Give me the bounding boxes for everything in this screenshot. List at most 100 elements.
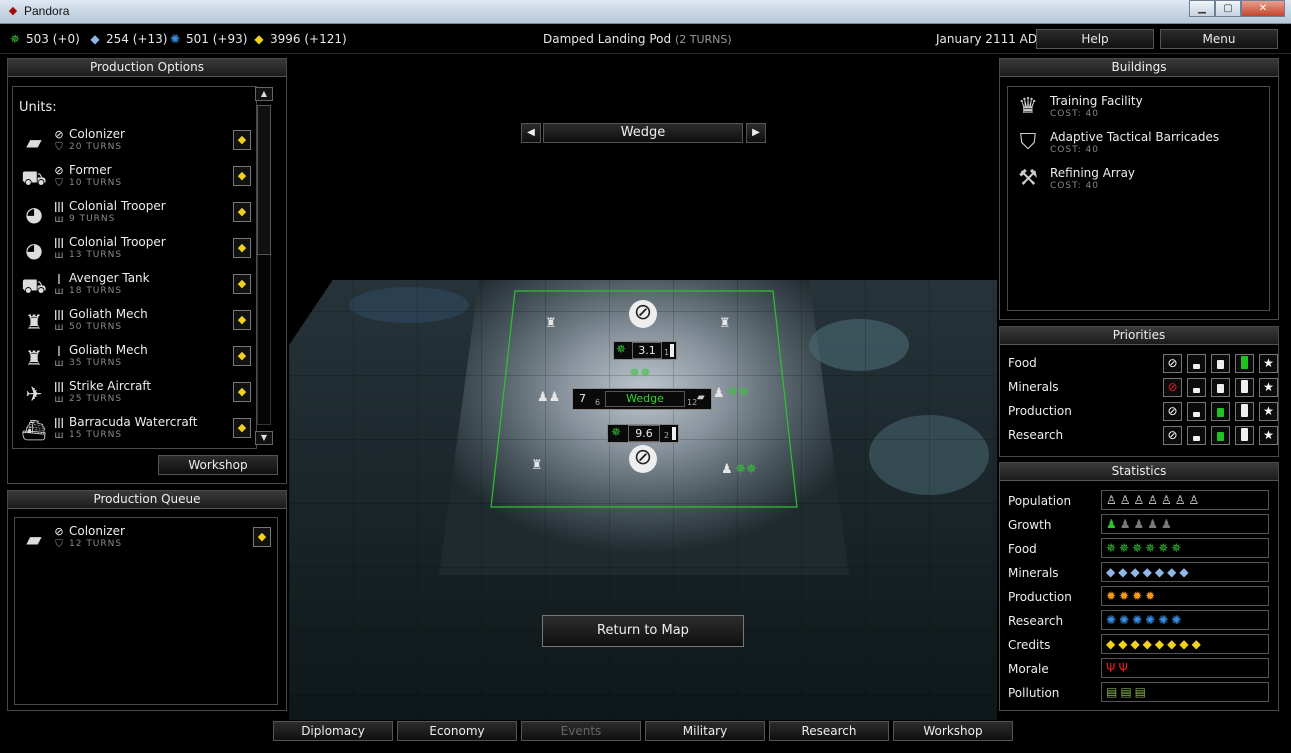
tile-yield-bottom[interactable]: ✵ 9.6 2 [607, 424, 679, 443]
close-button[interactable]: ✕ [1241, 0, 1285, 17]
maximize-button[interactable]: ▢ [1215, 0, 1241, 17]
city-label[interactable]: 7 6 Wedge 12 ▰ [572, 388, 712, 410]
nutrient-icon: ✵ [9, 32, 21, 46]
research-icon: ✺ [169, 32, 181, 46]
priority-level-1-button[interactable] [1187, 402, 1206, 421]
unit-list-item[interactable]: ♜ ǀ ш Goliath Mech 35 TURNS ◆ [17, 341, 256, 377]
statistic-label: Morale [1008, 662, 1049, 676]
unit-armor-icon: ш [54, 394, 64, 405]
unit-list-item[interactable]: ⛟ ⊘ ⛉ Former 10 TURNS ◆ [17, 161, 256, 197]
menu-button[interactable]: Menu [1160, 29, 1278, 49]
unit-portrait-icon: ✈ [25, 382, 43, 406]
priority-level-1-button[interactable] [1187, 354, 1206, 373]
scroll-down-button[interactable]: ▼ [255, 431, 273, 445]
next-city-button[interactable]: ▶ [746, 123, 766, 143]
city-view-scene[interactable]: ♜ ♜ ♟♟ ♟ ♜ ♟ ✵✵ ✵✵ ✵✵ ◀ Wedge ▶ ⊘ ⊘ ✵ 3.… [289, 55, 997, 720]
buy-credits-icon[interactable]: ◆ [233, 130, 251, 150]
minimize-button[interactable]: ▁ [1189, 0, 1215, 17]
priority-cancel-button[interactable]: ⊘ [1163, 378, 1182, 397]
unit-name: Colonizer [69, 127, 125, 141]
priority-level-2-button[interactable] [1211, 402, 1230, 421]
priority-level-1-button[interactable] [1187, 378, 1206, 397]
unit-list-item[interactable]: ⛴ ǀǀǀ ш Barracuda Watercraft 15 TURNS ◆ [17, 413, 256, 448]
window-titlebar[interactable]: ◆ Pandora ▁ ▢ ✕ [0, 0, 1291, 24]
unit-weapon-icon: ⊘ [54, 128, 64, 141]
workshop-button[interactable]: Workshop [158, 455, 278, 475]
unit-list[interactable]: Units: ▰ ⊘ ⛉ Colonizer 20 TURNS ◆ ⛟ ⊘ ⛉ Former 10 … [12, 86, 257, 449]
buy-credits-icon[interactable]: ◆ [233, 166, 251, 186]
buy-credits-icon[interactable]: ◆ [233, 346, 251, 366]
tab-workshop[interactable]: Workshop [893, 721, 1013, 741]
tab-economy[interactable]: Economy [397, 721, 517, 741]
buildings-list[interactable]: ♛ Training Facility COST: 40 ⛉ Adaptive Tact… [1007, 86, 1270, 311]
tab-military[interactable]: Military [645, 721, 765, 741]
priority-star-button[interactable]: ★ [1259, 354, 1278, 373]
unit-portrait-icon: ⛟ [21, 166, 47, 190]
buildings-title: Buildings [1000, 59, 1278, 77]
unit-list-scrollbar[interactable]: ▲ ▼ [255, 87, 277, 445]
no-work-icon[interactable]: ⊘ [629, 445, 657, 473]
statistic-icons: ♙♙♙♙♙♙♙ [1101, 490, 1269, 510]
priority-level-2-button[interactable] [1211, 426, 1230, 445]
unit-armor-icon: ш [54, 430, 64, 441]
unit-name: Colonial Trooper [69, 235, 166, 249]
unit-portrait-icon: ◕ [25, 202, 43, 226]
priority-level-2-button[interactable] [1211, 378, 1230, 397]
building-list-item[interactable]: ⛉ Adaptive Tactical Barricades COST: 40 [1010, 127, 1270, 163]
unit-list-item[interactable]: ▰ ⊘ ⛉ Colonizer 20 TURNS ◆ [17, 125, 256, 161]
window-title: Pandora [24, 4, 70, 18]
priority-level-1-button[interactable] [1187, 426, 1206, 445]
queue-item-turns: 12 TURNS [69, 539, 123, 549]
scroll-thumb[interactable] [257, 105, 271, 255]
no-work-icon[interactable]: ⊘ [629, 300, 657, 328]
buy-credits-icon[interactable]: ◆ [233, 238, 251, 258]
nutrient-icon: ✵ [616, 342, 627, 356]
unit-list-item[interactable]: ◕ ǀǀǀ ш Colonial Trooper 9 TURNS ◆ [17, 197, 256, 233]
tile-yield-top[interactable]: ✵ 3.1 1 [613, 341, 677, 360]
unit-portrait-icon: ◕ [25, 238, 43, 262]
previous-city-button[interactable]: ◀ [521, 123, 541, 143]
tab-research[interactable]: Research [769, 721, 889, 741]
return-to-map-button[interactable]: Return to Map [542, 615, 744, 647]
tab-diplomacy[interactable]: Diplomacy [273, 721, 393, 741]
priority-level-2-button[interactable] [1211, 354, 1230, 373]
production-queue-list[interactable]: ▰ ⊘ ⛉ Colonizer 12 TURNS ◆ [14, 517, 278, 705]
priority-star-button[interactable]: ★ [1259, 378, 1278, 397]
scroll-up-button[interactable]: ▲ [255, 87, 273, 101]
unit-weapon-icon: ⊘ [54, 164, 64, 177]
building-list-item[interactable]: ⚒ Refining Array COST: 40 [1010, 163, 1270, 199]
tile-yield-bottom-value: 9.6 [628, 425, 660, 442]
tile-yield-top-sub: 1 [664, 348, 670, 357]
priority-level-bar [1193, 364, 1200, 369]
production-options-title: Production Options [8, 59, 286, 77]
buy-credits-icon[interactable]: ◆ [233, 202, 251, 222]
priority-level-3-button[interactable] [1235, 426, 1254, 445]
priority-cancel-button[interactable]: ⊘ [1163, 426, 1182, 445]
building-list-item[interactable]: ♛ Training Facility COST: 40 [1010, 91, 1270, 127]
help-button[interactable]: Help [1036, 29, 1154, 49]
unit-list-item[interactable]: ◕ ǀǀǀ ш Colonial Trooper 13 TURNS ◆ [17, 233, 256, 269]
priority-level-3-button[interactable] [1235, 354, 1254, 373]
unit-list-item[interactable]: ♜ ǀǀǀ ш Goliath Mech 50 TURNS ◆ [17, 305, 256, 341]
buy-credits-icon[interactable]: ◆ [233, 310, 251, 330]
priority-row: Research ⊘ ★ [1008, 425, 1278, 447]
priority-level-3-button[interactable] [1235, 378, 1254, 397]
units-header: Units: [19, 100, 57, 115]
buy-credits-icon[interactable]: ◆ [233, 382, 251, 402]
priority-level-bar [1217, 408, 1224, 417]
statistic-row: Pollution ▤▤▤ [1008, 682, 1276, 704]
priority-level-3-button[interactable] [1235, 402, 1254, 421]
queue-item[interactable]: ▰ ⊘ ⛉ Colonizer 12 TURNS ◆ [17, 522, 277, 558]
unit-list-item[interactable]: ✈ ǀǀǀ ш Strike Aircraft 25 TURNS ◆ [17, 377, 256, 413]
priorities-panel: Priorities Food ⊘ ★ Minerals ⊘ ★ Production ⊘ ★ R… [999, 326, 1279, 457]
priority-star-button[interactable]: ★ [1259, 426, 1278, 445]
priority-star-button[interactable]: ★ [1259, 402, 1278, 421]
buy-credits-icon[interactable]: ◆ [233, 418, 251, 438]
priority-level-bar [1217, 384, 1224, 393]
unit-list-item[interactable]: ⛟ ǀ ш Avenger Tank 18 TURNS ◆ [17, 269, 256, 305]
priority-cancel-button[interactable]: ⊘ [1163, 402, 1182, 421]
buy-credits-icon[interactable]: ◆ [253, 527, 271, 547]
unit-turns: 10 TURNS [69, 178, 123, 188]
buy-credits-icon[interactable]: ◆ [233, 274, 251, 294]
priority-cancel-button[interactable]: ⊘ [1163, 354, 1182, 373]
